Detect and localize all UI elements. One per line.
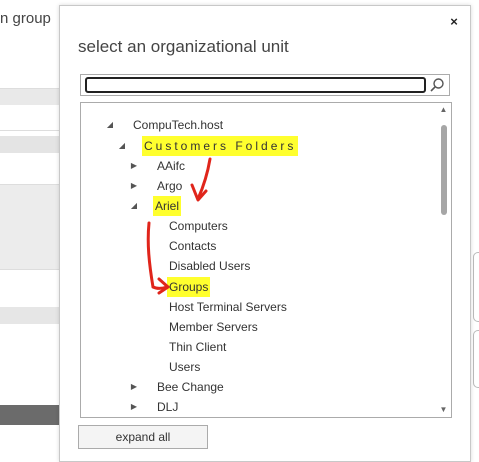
tree-node-label: Thin Client	[169, 340, 227, 354]
tree-node-label: Member Servers	[169, 320, 258, 334]
dialog-title: select an organizational unit	[78, 37, 289, 56]
search-input[interactable]	[85, 77, 426, 93]
background-band	[0, 88, 60, 105]
tree-node-label: Contacts	[169, 239, 217, 253]
tree-node-label: Bee Change	[157, 380, 224, 394]
background-panel-edge	[473, 330, 479, 388]
expanded-triangle-icon[interactable]: ◢	[129, 196, 139, 216]
search-box	[80, 74, 450, 96]
tree-node-label: DLJ	[157, 400, 179, 414]
tree-node-label: Users	[169, 360, 201, 374]
collapsed-triangle-icon[interactable]: ▶	[129, 397, 139, 417]
background-band	[0, 184, 60, 270]
background-panel-edge	[473, 252, 479, 322]
background-band	[0, 307, 60, 324]
annotation-arrow-to-ariel	[196, 157, 212, 201]
collapsed-triangle-icon[interactable]: ▶	[129, 176, 139, 196]
tree-scrollbar[interactable]: ▲ ▼	[436, 103, 451, 417]
scroll-up-arrow-icon[interactable]: ▲	[439, 105, 448, 115]
scroll-down-arrow-icon[interactable]: ▼	[439, 405, 448, 415]
ou-picker-dialog: × select an organizational unit ◢ CompuT…	[59, 5, 471, 462]
close-button[interactable]: ×	[447, 15, 461, 29]
tree-node-label: Host Terminal Servers	[169, 300, 287, 314]
collapsed-triangle-icon[interactable]: ▶	[129, 156, 139, 176]
tree-node-label: AAifc	[157, 159, 186, 173]
background-page: n group	[0, 0, 60, 462]
tree-node-label: Ariel	[153, 196, 182, 216]
tree-node-label: Customers Folders	[142, 136, 299, 156]
background-band	[0, 136, 60, 153]
annotation-arrow-to-groups	[146, 221, 169, 290]
background-page-title: n group	[0, 10, 51, 27]
ou-tree: ◢ CompuTech.host ◢ Customers Folders ▶ A…	[80, 102, 452, 418]
tree-node-label: Argo	[157, 179, 183, 193]
tree-node-label: Computers	[169, 219, 228, 233]
background-band	[0, 405, 60, 425]
expand-all-button[interactable]: expand all	[78, 425, 208, 449]
tree-node-label: Groups	[167, 277, 211, 297]
tree-node-label: CompuTech.host	[133, 118, 224, 132]
collapsed-triangle-icon[interactable]: ▶	[129, 377, 139, 397]
tree-node-label: Disabled Users	[169, 259, 251, 273]
search-icon[interactable]	[429, 77, 445, 93]
expanded-triangle-icon[interactable]: ◢	[105, 115, 115, 135]
scrollbar-thumb[interactable]	[441, 125, 447, 215]
expanded-triangle-icon[interactable]: ◢	[117, 136, 127, 156]
background-band	[0, 107, 60, 131]
annotation-arrowhead	[190, 183, 208, 202]
